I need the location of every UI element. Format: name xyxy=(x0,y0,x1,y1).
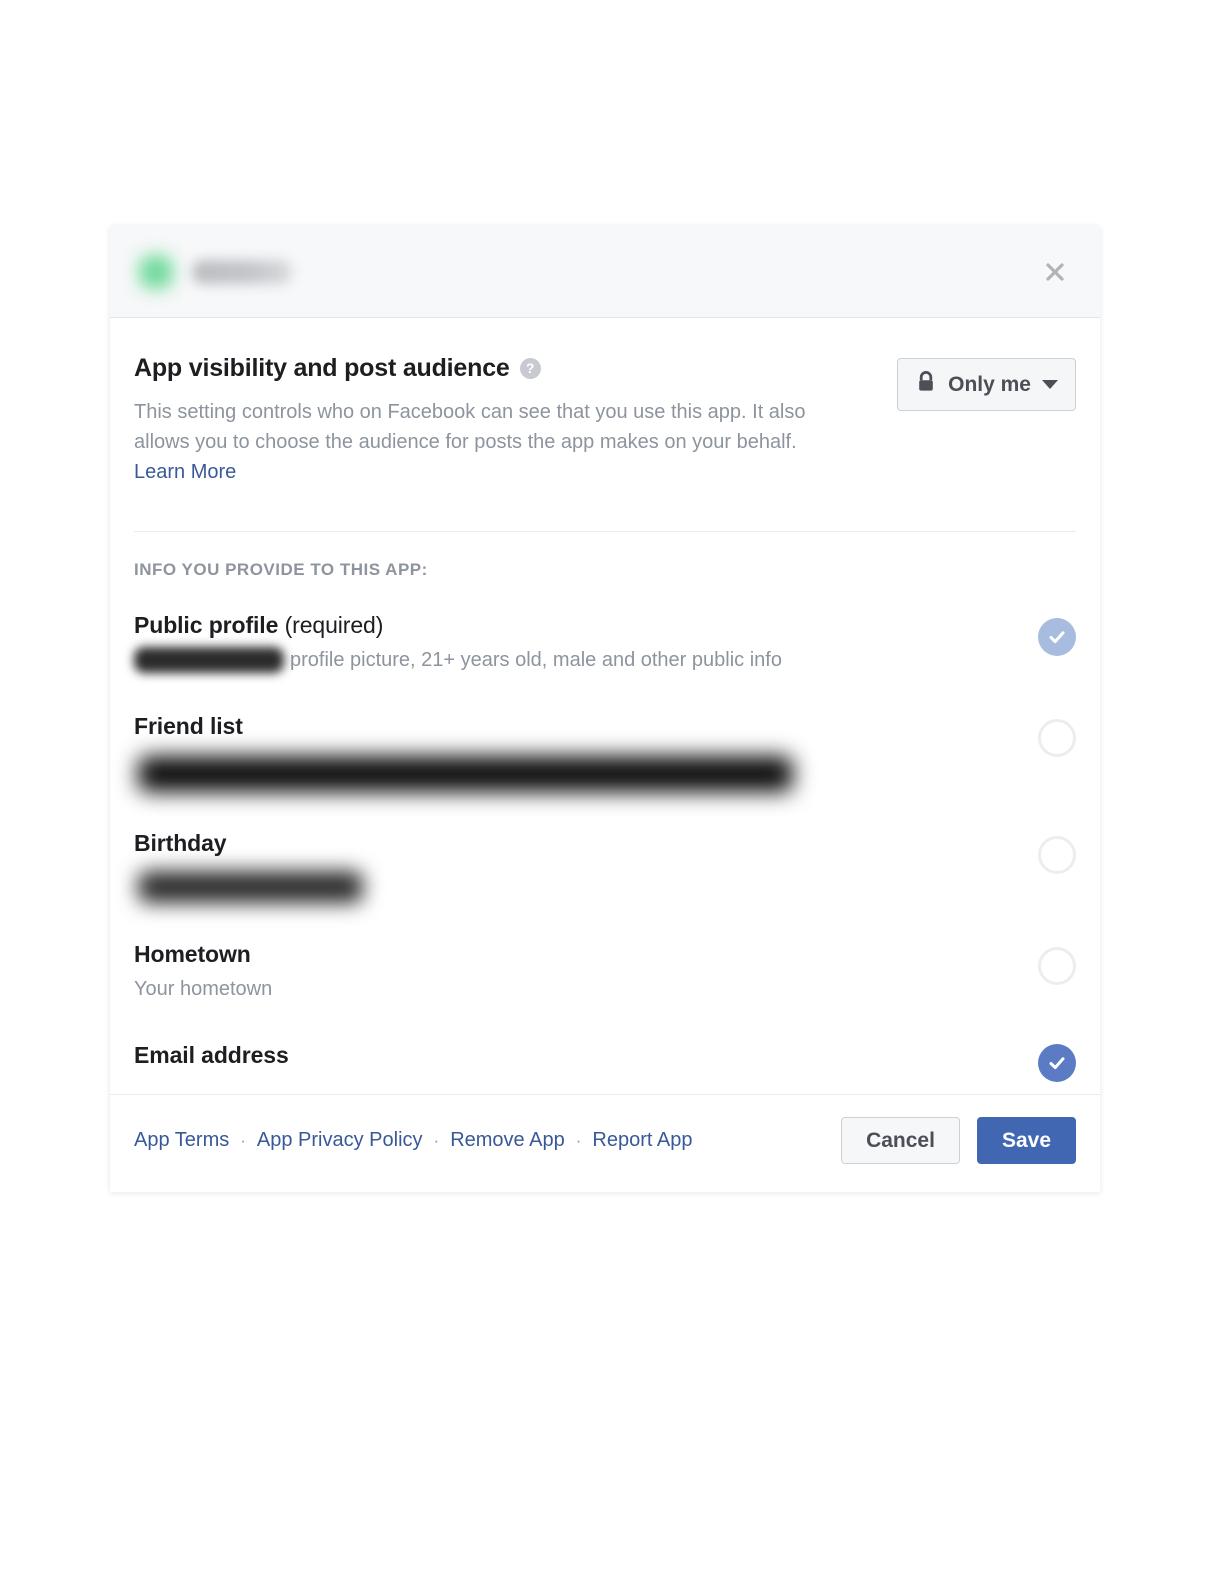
permission-title: Email address xyxy=(134,1042,1014,1069)
permission-text: Public profile (required) profile pictur… xyxy=(134,612,1014,675)
permission-description-text: profile picture, 21+ years old, male and… xyxy=(290,649,782,671)
permission-title-text: Public profile xyxy=(134,612,278,638)
remove-app-link[interactable]: Remove App xyxy=(450,1129,565,1152)
dialog-footer: App Terms · App Privacy Policy · Remove … xyxy=(110,1095,1100,1192)
section-title-row: App visibility and post audience ? xyxy=(134,354,814,383)
app-terms-link[interactable]: App Terms xyxy=(134,1129,229,1152)
permission-list: Public profile (required) profile pictur… xyxy=(134,580,1076,1082)
audience-selected-label: Only me xyxy=(948,373,1031,397)
permission-row-email-address: Email address xyxy=(134,1022,1076,1082)
permission-toggle-email-address[interactable] xyxy=(1038,1044,1076,1082)
app-icon xyxy=(134,250,178,294)
footer-separator: · xyxy=(565,1131,593,1151)
footer-links: App Terms · App Privacy Policy · Remove … xyxy=(134,1129,692,1152)
app-visibility-section: App visibility and post audience ? This … xyxy=(134,318,1076,487)
permission-title: Friend list xyxy=(134,713,1014,740)
permission-description: profile picture, 21+ years old, male and… xyxy=(134,645,1014,675)
report-app-link[interactable]: Report App xyxy=(592,1129,692,1152)
permission-text: Friend list xyxy=(134,713,1014,792)
permission-text: Hometown Your hometown xyxy=(134,941,1014,1004)
permission-title: Hometown xyxy=(134,941,1014,968)
dialog-body: App visibility and post audience ? This … xyxy=(110,318,1100,1082)
help-icon[interactable]: ? xyxy=(520,358,541,379)
footer-buttons: Cancel Save xyxy=(841,1117,1076,1164)
permission-row-birthday: Birthday xyxy=(134,810,1076,921)
redacted-name xyxy=(134,647,284,673)
footer-separator: · xyxy=(423,1131,451,1151)
permission-description: Your hometown xyxy=(134,974,1014,1004)
permission-toggle-public-profile xyxy=(1038,618,1076,656)
save-button[interactable]: Save xyxy=(977,1117,1076,1164)
lock-icon xyxy=(915,370,937,399)
permission-toggle-hometown[interactable] xyxy=(1038,947,1076,985)
redacted-description xyxy=(138,756,793,792)
permission-title: Birthday xyxy=(134,830,1014,857)
permission-toggle-friend-list[interactable] xyxy=(1038,719,1076,757)
chevron-down-icon xyxy=(1042,380,1058,389)
learn-more-link[interactable]: Learn More xyxy=(134,461,236,483)
permission-toggle-birthday[interactable] xyxy=(1038,836,1076,874)
dialog-header xyxy=(110,226,1100,318)
permission-text: Email address xyxy=(134,1042,1014,1069)
audience-selector-button[interactable]: Only me xyxy=(897,358,1076,411)
app-identity xyxy=(134,250,292,294)
app-settings-dialog: App visibility and post audience ? This … xyxy=(110,226,1100,1192)
page-title: App visibility and post audience xyxy=(134,354,510,383)
app-visibility-description-text: This setting controls who on Facebook ca… xyxy=(134,401,806,453)
app-name-redacted xyxy=(192,260,292,284)
app-visibility-text: App visibility and post audience ? This … xyxy=(134,354,814,487)
redacted-description xyxy=(138,871,363,903)
app-visibility-description: This setting controls who on Facebook ca… xyxy=(134,397,814,487)
permission-row-friend-list: Friend list xyxy=(134,693,1076,810)
permission-title: Public profile (required) xyxy=(134,612,1014,639)
permission-required-note: (required) xyxy=(278,612,383,638)
permission-row-public-profile: Public profile (required) profile pictur… xyxy=(134,592,1076,693)
permission-row-hometown: Hometown Your hometown xyxy=(134,921,1076,1022)
info-section-label: INFO YOU PROVIDE TO THIS APP: xyxy=(134,532,1076,580)
cancel-button[interactable]: Cancel xyxy=(841,1117,960,1164)
close-icon[interactable] xyxy=(1040,257,1070,287)
app-privacy-policy-link[interactable]: App Privacy Policy xyxy=(257,1129,423,1152)
permission-text: Birthday xyxy=(134,830,1014,903)
footer-separator: · xyxy=(229,1131,257,1151)
